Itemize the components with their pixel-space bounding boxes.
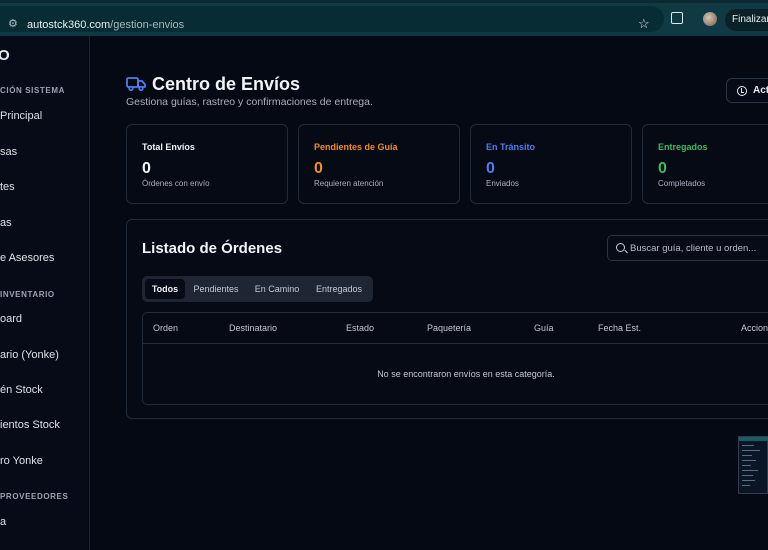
sidebar-item-clientes[interactable]: tes (0, 181, 15, 193)
truck-icon (126, 77, 146, 91)
thumbnail-line (742, 470, 758, 471)
thumbnail-line (742, 460, 756, 461)
sidebar-item-ventas[interactable]: as (0, 217, 12, 229)
page-subtitle: Gestiona guías, rastreo y confirmaciones… (126, 96, 373, 108)
refresh-button-label: Actu (753, 85, 768, 96)
tab-todos[interactable]: Todos (145, 279, 185, 299)
stat-note: Completados (658, 179, 706, 188)
stat-card-total: Total Envíos 0 Órdenes con envío (126, 124, 288, 204)
window-thumbnail[interactable] (738, 436, 768, 494)
sidebar-item-empresas[interactable]: sas (0, 146, 17, 158)
bookmark-star-icon[interactable]: ☆ (638, 17, 650, 31)
column-header-acciones[interactable]: Accion (741, 323, 768, 333)
thumbnail-line (742, 480, 755, 481)
address-bar[interactable]: ⚙ autostck360.com/gestion-envios ☆ (0, 6, 664, 32)
sidebar-item-proveedores[interactable]: a (0, 516, 6, 528)
page-heading: Centro de Envíos (152, 73, 301, 94)
orders-title: Listado de Órdenes (142, 240, 283, 257)
sidebar-section-system: CIÓN SISTEMA (0, 86, 65, 95)
logo: O (0, 47, 10, 64)
stat-value: 0 (142, 160, 151, 177)
stat-label: Pendientes de Guía (314, 142, 398, 152)
extensions-icon[interactable] (671, 12, 683, 24)
stat-card-delivered: Entregados 0 Completados (642, 124, 768, 204)
search-icon (616, 243, 625, 252)
search-input[interactable] (630, 240, 768, 256)
column-header-guia[interactable]: Guía (534, 323, 554, 333)
clock-icon (737, 85, 747, 96)
column-header-destinatario[interactable]: Destinatario (229, 323, 277, 333)
sidebar-item-inventario-yonke[interactable]: ario (Yonke) (0, 349, 59, 361)
stat-label: Entregados (658, 142, 708, 152)
stat-label: Total Envíos (142, 142, 195, 152)
sidebar-item-principal[interactable]: Principal (0, 110, 42, 122)
column-header-paqueteria[interactable]: Paquetería (427, 323, 471, 333)
tab-en-camino[interactable]: En Camino (247, 279, 307, 299)
tab-entregados[interactable]: Entregados (309, 279, 369, 299)
thumbnail-line (742, 445, 754, 446)
thumbnail-line (742, 455, 752, 456)
status-tabs: Todos Pendientes En Camino Entregados (142, 276, 373, 302)
sidebar: O CIÓN SISTEMA Principal sas tes as e As… (0, 36, 90, 550)
stat-label: En Tránsito (486, 142, 536, 152)
refresh-button[interactable]: Actu (726, 78, 768, 103)
column-header-estado[interactable]: Estado (346, 323, 374, 333)
tab-strip-edge (0, 0, 768, 3)
thumbnail-line (742, 485, 750, 486)
orders-panel: Listado de Órdenes Todos Pendientes En C… (126, 219, 768, 419)
tab-pendientes[interactable]: Pendientes (187, 279, 245, 299)
column-header-fecha[interactable]: Fecha Est. (598, 323, 641, 333)
search-field[interactable] (607, 235, 768, 261)
stat-value: 0 (658, 160, 667, 177)
browser-toolbar: ⚙ autostck360.com/gestion-envios ☆ Final… (0, 0, 768, 36)
stat-card-pending: Pendientes de Guía 0 Requieren atención (298, 124, 460, 204)
sidebar-section-providers: PROVEEDORES (0, 492, 69, 501)
table-header: Orden Destinatario Estado Paquetería Guí… (143, 313, 768, 344)
sidebar-item-almacen-stock[interactable]: én Stock (0, 384, 43, 396)
stat-note: Requieren atención (314, 179, 384, 188)
stat-card-transit: En Tránsito 0 Enviados (470, 124, 632, 204)
orders-table: Orden Destinatario Estado Paquetería Guí… (142, 312, 768, 405)
stat-value: 0 (314, 160, 323, 177)
stat-note: Enviados (486, 179, 519, 188)
empty-state-message: No se encontraron envíos en esta categor… (377, 369, 555, 379)
thumbnail-line (742, 475, 753, 476)
stat-value: 0 (486, 160, 495, 177)
sidebar-item-movimientos-stock[interactable]: ientos Stock (0, 419, 60, 431)
column-header-orden[interactable]: Orden (153, 323, 178, 333)
sidebar-section-inventory: INVENTARIO (0, 290, 55, 299)
thumbnail-line (742, 465, 751, 466)
sidebar-item-asesores[interactable]: e Asesores (0, 252, 54, 264)
profile-avatar[interactable] (703, 12, 717, 26)
stat-note: Órdenes con envío (142, 179, 210, 188)
url-text[interactable]: autostck360.com/gestion-envios (27, 19, 184, 31)
thumbnail-titlebar (739, 437, 768, 441)
site-settings-icon[interactable]: ⚙ (8, 18, 20, 30)
finalize-update-button[interactable]: Finalizar a (725, 9, 768, 31)
sidebar-item-dashboard[interactable]: oard (0, 313, 22, 325)
sidebar-item-registro-yonke[interactable]: ro Yonke (0, 455, 43, 467)
page-title: Centro de Envíos (126, 72, 300, 96)
thumbnail-line (742, 450, 760, 451)
